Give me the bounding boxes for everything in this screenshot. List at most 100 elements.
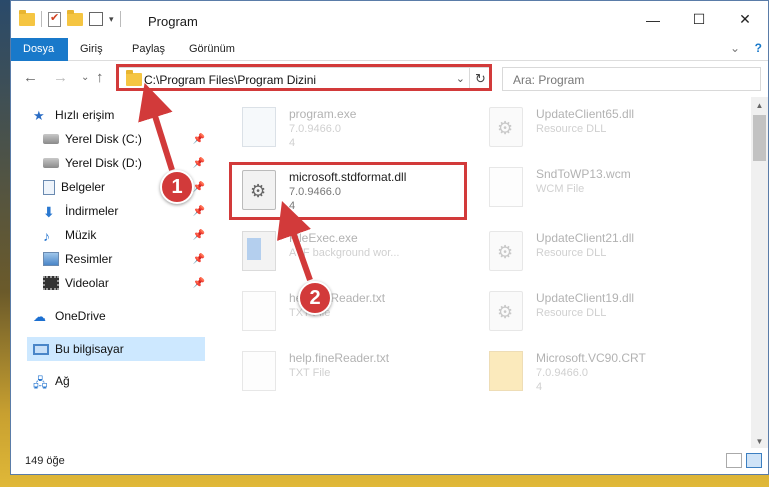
file-item[interactable]: UpdateClient19.dll Resource DLL [481,281,701,341]
new-folder-icon[interactable] [67,9,83,26]
minimize-button[interactable]: — [630,1,676,38]
folder-icon [489,351,523,391]
search-input[interactable]: Ara: Program [502,67,761,91]
properties-check-icon[interactable] [48,11,61,27]
file-detail: 7.0.9466.0 [536,367,588,379]
file-name: Microsoft.VC90.CRT [536,351,646,365]
file-detail: 4 [289,137,296,149]
sidebar-item-label: OneDrive [55,309,106,323]
computer-icon [33,343,49,355]
file-item[interactable]: help.fineReader.txt TXT File [234,341,454,401]
file-item[interactable]: UpdateClient65.dll Resource DLL [481,97,701,157]
file-name: UpdateClient21.dll [536,231,635,245]
pictures-icon [43,252,59,266]
file-detail: Resource DLL [536,123,607,135]
star-icon: ★ [33,108,45,123]
recent-locations-button[interactable]: ⌄ [81,72,89,83]
exe-file-icon [242,231,276,271]
file-name: program.exe [289,107,357,121]
tab-gorunum[interactable]: Görünüm [177,38,247,61]
file-name: UpdateClient19.dll [536,291,635,305]
file-icon [489,167,523,207]
file-name: FileExec.exe [289,231,358,245]
sidebar-item-music[interactable]: ♪ Müzik 📌 [43,223,205,247]
file-detail: AVF background wor... [289,247,400,259]
customize-icon[interactable] [89,12,103,26]
sidebar-item-network[interactable]: 🖧 Ağ [33,369,205,393]
cloud-icon: ☁ [33,309,46,324]
file-detail: WCM File [536,183,585,195]
sidebar-item-label: Hızlı erişim [55,108,115,122]
exe-file-icon [242,107,276,147]
qat-dropdown-icon[interactable]: ▾ [109,14,114,25]
text-file-icon [242,291,276,331]
separator [41,11,42,27]
pin-icon: 📌 [192,133,205,145]
back-button[interactable]: ← [23,69,38,86]
documents-icon [43,179,55,195]
address-highlight-box [116,64,492,91]
file-detail: 7.0.9466.0 [289,123,341,135]
disk-icon [43,134,59,144]
sidebar-item-label: Resimler [65,252,113,266]
status-bar: 149 öğe [11,448,768,474]
sidebar-item-label: Müzik [65,228,97,242]
sidebar-item-label: Belgeler [61,180,106,194]
file-item[interactable]: FileExec.exe AVF background wor... [234,221,454,281]
navigation-pane: ★ Hızlı erişim Yerel Disk (C:) 📌 Yerel D… [11,97,205,450]
details-view-icon[interactable] [726,453,742,468]
sidebar-item-label: Ağ [55,374,70,388]
file-detail: 4 [536,381,543,393]
downloads-icon: ⬇ [43,204,55,220]
quick-access-toolbar: ▾ [19,9,121,27]
sidebar-item-pictures[interactable]: Resimler 📌 [43,247,205,271]
up-button[interactable]: ↑ [96,69,104,86]
sidebar-item-this-pc[interactable]: Bu bilgisayar [27,337,205,361]
file-item[interactable]: SndToWP13.wcm WCM File [481,157,701,217]
item-count: 149 öğe [25,455,65,467]
file-item[interactable]: UpdateClient21.dll Resource DLL [481,221,701,281]
help-icon[interactable]: ? [755,41,762,55]
sidebar-item-label: Bu bilgisayar [55,342,124,356]
window-title: Program [148,14,198,29]
dll-file-icon [489,231,523,271]
sidebar-item-quick-access[interactable]: ★ Hızlı erişim [33,103,205,127]
maximize-button[interactable]: ☐ [676,1,722,38]
text-file-icon [242,351,276,391]
pin-icon: 📌 [192,181,205,193]
tab-dosya[interactable]: Dosya [11,38,68,61]
dll-file-icon [489,291,523,331]
file-item[interactable]: program.exe 7.0.9466.0 4 [234,97,454,157]
vertical-scrollbar[interactable]: ▲ ▼ [751,97,768,450]
file-highlight-box [229,162,467,220]
sidebar-item-disk-c[interactable]: Yerel Disk (C:) 📌 [43,127,205,151]
file-item[interactable]: help.fileReader.txt TXT File [234,281,454,341]
close-button[interactable]: ✕ [722,1,768,38]
file-detail: Resource DLL [536,307,607,319]
file-name: help.fineReader.txt [289,351,390,365]
dll-file-icon [489,107,523,147]
disk-icon [43,158,59,168]
pin-icon: 📌 [192,229,205,241]
tiles-view-icon[interactable] [746,453,762,468]
file-name: UpdateClient65.dll [536,107,635,121]
sidebar-item-videos[interactable]: Videolar 📌 [43,271,205,295]
pin-icon: 📌 [192,157,205,169]
tab-paylas[interactable]: Paylaş [120,38,177,61]
pin-icon: 📌 [192,205,205,217]
pin-icon: 📌 [192,277,205,289]
tab-giris[interactable]: Giriş [68,38,115,61]
file-name: SndToWP13.wcm [536,167,631,181]
sidebar-item-label: İndirmeler [65,204,119,218]
scroll-thumb[interactable] [753,115,766,161]
ribbon-tabs: Dosya Giriş Paylaş Görünüm ⌄ ? [11,38,768,61]
callout-2: 2 [298,281,332,315]
folder-icon [19,9,35,26]
forward-button[interactable]: → [53,69,68,86]
music-icon: ♪ [43,228,50,244]
file-item[interactable]: Microsoft.VC90.CRT 7.0.9466.0 4 [481,341,701,401]
ribbon-expand-icon[interactable]: ⌄ [730,41,740,55]
scroll-up-icon[interactable]: ▲ [751,97,768,114]
title-bar: ▾ Program — ☐ ✕ [11,1,768,38]
sidebar-item-onedrive[interactable]: ☁ OneDrive [33,304,205,328]
